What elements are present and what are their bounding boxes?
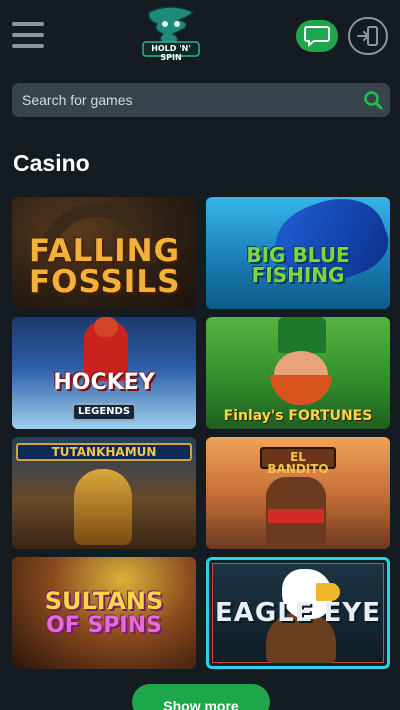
- game-title: FALLING FOSSILS: [29, 233, 181, 300]
- game-title-line-2: OF SPINS: [46, 613, 162, 639]
- leprechaun-beard-image: [270, 375, 332, 405]
- game-tile-sultans-of-spins[interactable]: SULTANS OF SPINS: [12, 557, 196, 669]
- game-title-line-1: SULTANS: [44, 586, 164, 615]
- top-bar: HOLD 'N' SPIN: [0, 0, 400, 76]
- menu-line: [12, 22, 44, 26]
- game-grid: FALLING FOSSILS BIG BLUE FISHING HOCKEY …: [12, 197, 390, 669]
- section-title-casino: Casino: [13, 150, 90, 176]
- pharaoh-mask-image: [74, 469, 132, 545]
- menu-line: [12, 33, 44, 37]
- login-button[interactable]: [348, 17, 388, 55]
- game-tile-tutankhamun[interactable]: TUTANKHAMUN: [12, 437, 196, 549]
- game-title: HOCKEY: [53, 370, 155, 395]
- game-title: SULTANS OF SPINS: [44, 586, 164, 639]
- game-tile-big-blue-fishing[interactable]: BIG BLUE FISHING: [206, 197, 390, 309]
- menu-line: [12, 44, 44, 48]
- game-tile-eagle-eye[interactable]: EAGLE EYE: [206, 557, 390, 669]
- show-more-button[interactable]: Show more: [132, 684, 270, 710]
- game-subtitle: LEGENDS: [72, 403, 136, 421]
- game-title: BIG BLUE FISHING: [246, 243, 350, 287]
- logo-text: HOLD 'N' SPIN: [151, 44, 191, 62]
- search-bar: [12, 83, 390, 117]
- scarf-image: [268, 509, 324, 523]
- site-logo[interactable]: HOLD 'N' SPIN: [139, 4, 203, 68]
- game-tile-hockey-legends[interactable]: HOCKEY LEGENDS: [12, 317, 196, 429]
- chat-button[interactable]: [296, 20, 338, 52]
- game-tile-falling-fossils[interactable]: FALLING FOSSILS: [12, 197, 196, 309]
- game-title: Finlay's FORTUNES: [223, 408, 373, 424]
- chat-bubble-icon: [304, 26, 330, 47]
- game-title: TUTANKHAMUN: [51, 445, 157, 459]
- hockey-helmet-image: [94, 317, 118, 337]
- game-title: EL BANDITO: [267, 450, 329, 476]
- game-title: EAGLE EYE: [215, 598, 381, 628]
- login-icon: [357, 26, 378, 46]
- game-tile-el-bandito[interactable]: EL BANDITO: [206, 437, 390, 549]
- game-tile-finlays-fortunes[interactable]: Finlay's FORTUNES: [206, 317, 390, 429]
- search-icon[interactable]: [356, 83, 390, 117]
- leprechaun-hat-image: [278, 317, 326, 353]
- search-input[interactable]: [12, 83, 356, 117]
- hamburger-menu-icon[interactable]: [12, 22, 44, 48]
